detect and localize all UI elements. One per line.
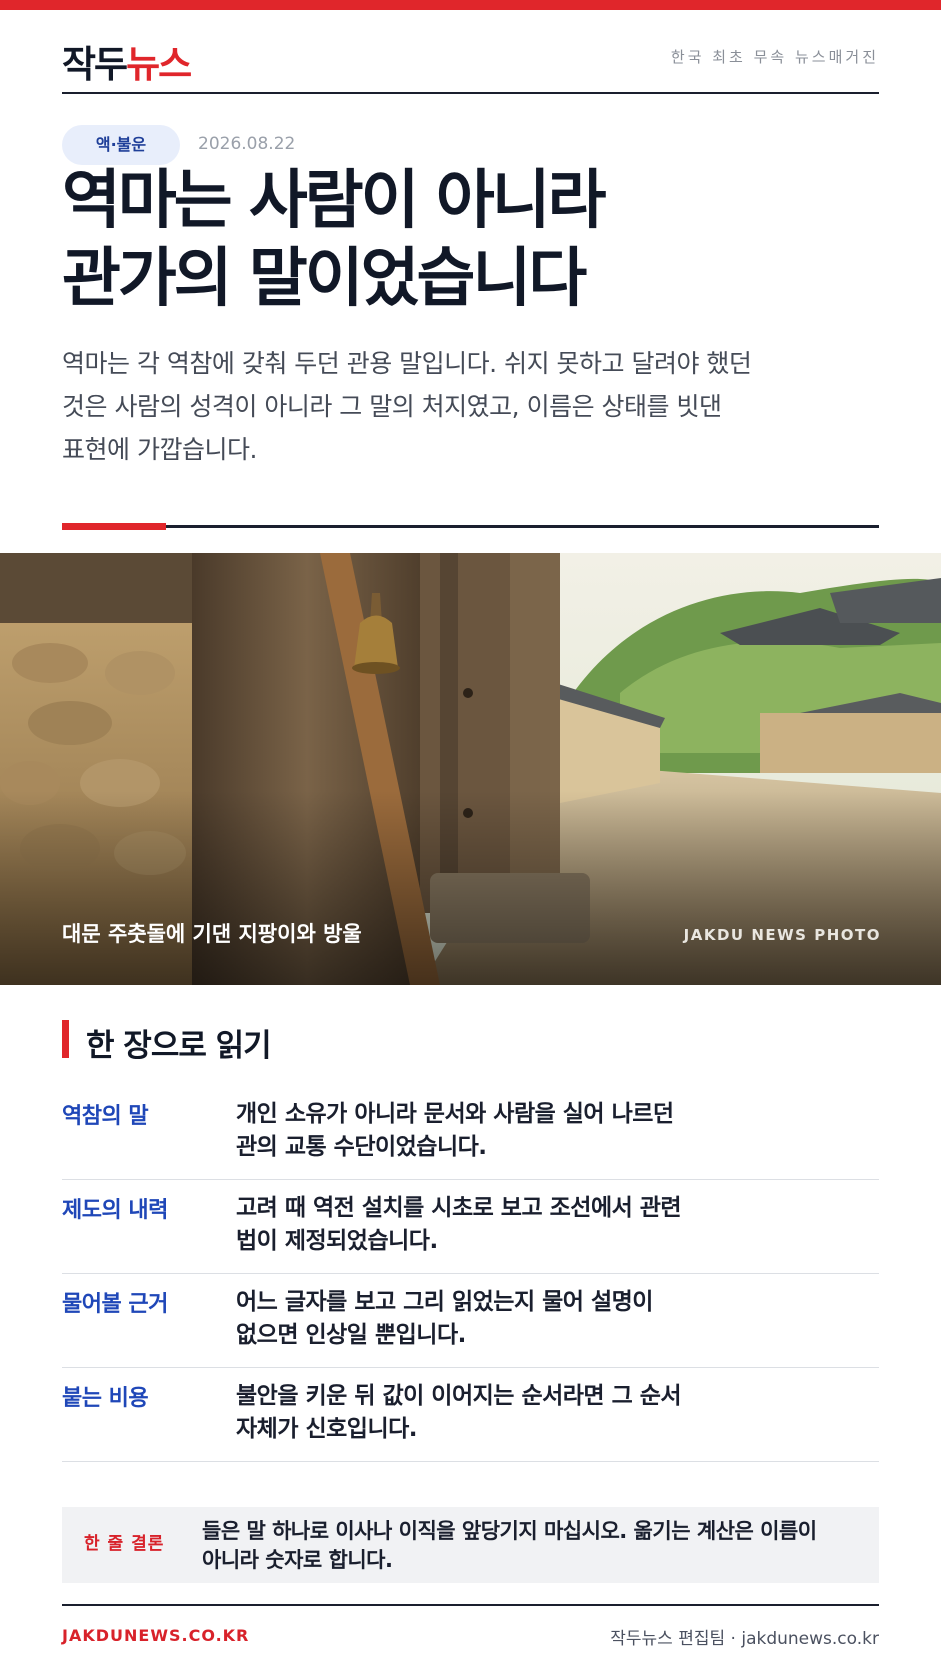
masthead: 작두뉴스 한국 최초 무속 뉴스매거진 [62, 30, 879, 94]
divider-accent [62, 523, 166, 530]
logo-text-red: 뉴스 [126, 43, 192, 86]
summary-row: 역참의 말 개인 소유가 아니라 문서와 사람을 실어 나르던 관의 교통 수단… [62, 1086, 879, 1180]
footer-site-link[interactable]: JAKDUNEWS.CO.KR [62, 1626, 249, 1645]
conclusion-text: 들은 말 하나로 이사나 이직을 앞당기지 마십시오. 옮기는 계산은 이름이 … [202, 1517, 872, 1575]
deck-line: 것은 사람의 성격이 아니라 그 말의 처지였고, 이름은 상태를 빗댄 [62, 392, 722, 421]
summary-title: 한 장으로 읽기 [86, 1028, 272, 1064]
summary-row-label: 붙는 비용 [62, 1386, 149, 1411]
summary-row-line: 관의 교통 수단이었습니다. [236, 1134, 487, 1160]
summary-row: 붙는 비용 불안을 키운 뒤 값이 이어지는 순서라면 그 순서 자체가 신호입… [62, 1368, 879, 1462]
summary-row-line: 법이 제정되었습니다. [236, 1228, 438, 1254]
summary-row-line: 개인 소유가 아니라 문서와 사람을 실어 나르던 [236, 1101, 674, 1127]
summary-row-line: 불안을 키운 뒤 값이 이어지는 순서라면 그 순서 [236, 1383, 682, 1409]
summary-row-line: 어느 글자를 보고 그리 읽었는지 물어 설명이 [236, 1289, 653, 1315]
footer-divider [62, 1604, 879, 1606]
headline-line: 관가의 말이었습니다 [62, 242, 587, 316]
summary-list: 역참의 말 개인 소유가 아니라 문서와 사람을 실어 나르던 관의 교통 수단… [62, 1086, 879, 1462]
deck-line: 역마는 각 역참에 갖춰 두던 관용 말입니다. 쉬지 못하고 달려야 했던 [62, 349, 752, 378]
headline-line: 역마는 사람이 아니라 [62, 164, 606, 238]
article-headline: 역마는 사람이 아니라 관가의 말이었습니다 [62, 162, 822, 318]
summary-row-label: 물어볼 근거 [62, 1292, 168, 1317]
logo-text-dark: 작두 [62, 43, 128, 86]
summary-row-text: 고려 때 역전 설치를 시초로 보고 조선에서 관련 법이 제정되었습니다. [236, 1192, 876, 1258]
site-logo[interactable]: 작두뉴스 [62, 34, 192, 88]
conclusion-line: 들은 말 하나로 이사나 이직을 앞당기지 마십시오. 옮기는 계산은 이름이 [202, 1519, 817, 1543]
conclusion-box: 한 줄 결론 들은 말 하나로 이사나 이직을 앞당기지 마십시오. 옮기는 계… [62, 1507, 879, 1583]
deck-line: 표현에 가깝습니다. [62, 435, 257, 464]
summary-row-text: 어느 글자를 보고 그리 읽었는지 물어 설명이 없으면 인상일 뿐입니다. [236, 1286, 876, 1352]
top-accent-bar [0, 0, 941, 10]
article-deck: 역마는 각 역참에 갖춰 두던 관용 말입니다. 쉬지 못하고 달려야 했던 것… [62, 342, 822, 471]
summary-row-label: 역참의 말 [62, 1104, 149, 1129]
footer-credit: 작두뉴스 편집팀 · jakdunews.co.kr [610, 1629, 879, 1649]
summary-row-line: 자체가 신호입니다. [236, 1416, 418, 1442]
photo-credit: JAKDU NEWS PHOTO [683, 926, 881, 944]
conclusion-line: 아니라 숫자로 합니다. [202, 1548, 393, 1572]
conclusion-label: 한 줄 결론 [84, 1534, 165, 1554]
site-tagline: 한국 최초 무속 뉴스매거진 [670, 48, 879, 66]
summary-row-text: 불안을 키운 뒤 값이 이어지는 순서라면 그 순서 자체가 신호입니다. [236, 1380, 876, 1446]
section-accent-bar [62, 1020, 69, 1058]
article-date: 2026.08.22 [198, 134, 296, 154]
summary-row: 제도의 내력 고려 때 역전 설치를 시초로 보고 조선에서 관련 법이 제정되… [62, 1180, 879, 1274]
summary-row-label: 제도의 내력 [62, 1198, 168, 1223]
photo-caption: 대문 주춧돌에 기댄 지팡이와 방울 [62, 922, 362, 946]
category-badge[interactable]: 액·불운 [62, 125, 180, 165]
summary-row-line: 고려 때 역전 설치를 시초로 보고 조선에서 관련 [236, 1195, 682, 1221]
summary-row-text: 개인 소유가 아니라 문서와 사람을 실어 나르던 관의 교통 수단이었습니다. [236, 1098, 876, 1164]
summary-row-line: 없으면 인상일 뿐입니다. [236, 1322, 466, 1348]
summary-row: 물어볼 근거 어느 글자를 보고 그리 읽었는지 물어 설명이 없으면 인상일 … [62, 1274, 879, 1368]
divider-rule [62, 525, 879, 528]
